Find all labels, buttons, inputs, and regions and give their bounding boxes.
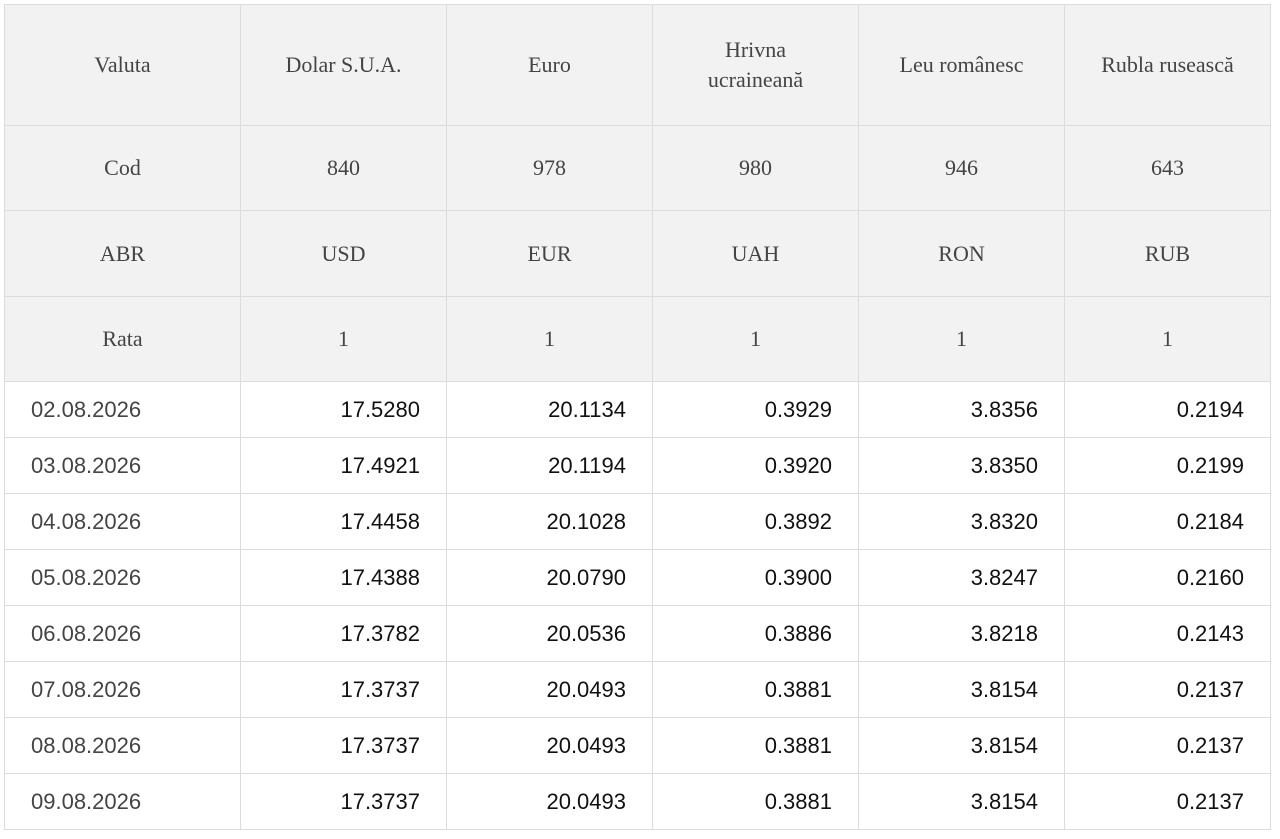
rate-usd: 17.4921 — [240, 437, 447, 494]
table-row: 06.08.2026 17.3782 20.0536 0.3886 3.8218… — [4, 605, 1271, 662]
rate-rub: 0.2194 — [1064, 381, 1271, 438]
currency-code-eur: 978 — [446, 125, 653, 211]
currency-abr-ron: RON — [858, 210, 1065, 297]
currency-name-text: Leu românesc — [899, 52, 1024, 77]
currency-rate-rub: 1 — [1064, 296, 1271, 382]
row-date: 07.08.2026 — [4, 661, 241, 718]
row-date: 04.08.2026 — [4, 493, 241, 550]
currency-abr-eur: EUR — [446, 210, 653, 297]
exchange-rates-table: Valuta Dolar S.U.A. Euro Hrivna ucrainea… — [4, 4, 1271, 830]
currency-code-rub: 643 — [1064, 125, 1271, 211]
rate-usd: 17.3737 — [240, 661, 447, 718]
table-row: 04.08.2026 17.4458 20.1028 0.3892 3.8320… — [4, 493, 1271, 550]
rate-usd: 17.3737 — [240, 717, 447, 774]
rate-usd: 17.3782 — [240, 605, 447, 662]
currency-name-text: Hrivna ucraineană — [707, 37, 804, 92]
header-row-currency: Valuta Dolar S.U.A. Euro Hrivna ucrainea… — [4, 4, 1271, 126]
currency-name-usd: Dolar S.U.A. — [240, 4, 447, 126]
header-row-code: Cod 840 978 980 946 643 — [4, 125, 1271, 211]
rate-uah: 0.3881 — [652, 717, 859, 774]
currency-code-usd: 840 — [240, 125, 447, 211]
rate-eur: 20.1028 — [446, 493, 653, 550]
rate-ron: 3.8154 — [858, 773, 1065, 830]
table-row: 03.08.2026 17.4921 20.1194 0.3920 3.8350… — [4, 437, 1271, 494]
rate-rub: 0.2137 — [1064, 773, 1271, 830]
rate-uah: 0.3886 — [652, 605, 859, 662]
rate-uah: 0.3929 — [652, 381, 859, 438]
rate-usd: 17.4458 — [240, 493, 447, 550]
rate-uah: 0.3920 — [652, 437, 859, 494]
rate-ron: 3.8320 — [858, 493, 1065, 550]
currency-rate-eur: 1 — [446, 296, 653, 382]
currency-code-uah: 980 — [652, 125, 859, 211]
rate-eur: 20.0790 — [446, 549, 653, 606]
rate-eur: 20.1134 — [446, 381, 653, 438]
row-date: 03.08.2026 — [4, 437, 241, 494]
exchange-rates-container: Valuta Dolar S.U.A. Euro Hrivna ucrainea… — [4, 4, 1271, 830]
currency-name-ron: Leu românesc — [858, 4, 1065, 126]
rate-ron: 3.8356 — [858, 381, 1065, 438]
rate-usd: 17.3737 — [240, 773, 447, 830]
currency-code-ron: 946 — [858, 125, 1065, 211]
currency-name-eur: Euro — [446, 4, 653, 126]
rate-rub: 0.2143 — [1064, 605, 1271, 662]
row-date: 08.08.2026 — [4, 717, 241, 774]
rate-eur: 20.0536 — [446, 605, 653, 662]
header-label-abr: ABR — [4, 210, 241, 297]
rate-eur: 20.1194 — [446, 437, 653, 494]
rate-ron: 3.8154 — [858, 661, 1065, 718]
rate-usd: 17.5280 — [240, 381, 447, 438]
currency-abr-rub: RUB — [1064, 210, 1271, 297]
rate-ron: 3.8247 — [858, 549, 1065, 606]
rate-rub: 0.2160 — [1064, 549, 1271, 606]
rate-uah: 0.3900 — [652, 549, 859, 606]
currency-abr-uah: UAH — [652, 210, 859, 297]
rate-uah: 0.3881 — [652, 773, 859, 830]
currency-name-rub: Rubla rusească — [1064, 4, 1271, 126]
rate-uah: 0.3881 — [652, 661, 859, 718]
table-row: 09.08.2026 17.3737 20.0493 0.3881 3.8154… — [4, 773, 1271, 830]
table-row: 08.08.2026 17.3737 20.0493 0.3881 3.8154… — [4, 717, 1271, 774]
row-date: 02.08.2026 — [4, 381, 241, 438]
rate-eur: 20.0493 — [446, 773, 653, 830]
table-row: 05.08.2026 17.4388 20.0790 0.3900 3.8247… — [4, 549, 1271, 606]
rate-ron: 3.8350 — [858, 437, 1065, 494]
rate-rub: 0.2184 — [1064, 493, 1271, 550]
rate-ron: 3.8218 — [858, 605, 1065, 662]
currency-name-text: Euro — [528, 52, 571, 77]
rate-eur: 20.0493 — [446, 661, 653, 718]
currency-abr-usd: USD — [240, 210, 447, 297]
row-date: 05.08.2026 — [4, 549, 241, 606]
rate-eur: 20.0493 — [446, 717, 653, 774]
row-date: 06.08.2026 — [4, 605, 241, 662]
header-row-abr: ABR USD EUR UAH RON RUB — [4, 210, 1271, 297]
rate-rub: 0.2199 — [1064, 437, 1271, 494]
header-label-code: Cod — [4, 125, 241, 211]
rate-rub: 0.2137 — [1064, 661, 1271, 718]
rate-uah: 0.3892 — [652, 493, 859, 550]
header-label-rate: Rata — [4, 296, 241, 382]
currency-rate-ron: 1 — [858, 296, 1065, 382]
row-date: 09.08.2026 — [4, 773, 241, 830]
currency-rate-uah: 1 — [652, 296, 859, 382]
header-label-currency: Valuta — [4, 4, 241, 126]
currency-name-text: Rubla rusească — [1101, 52, 1234, 77]
currency-name-text: Dolar S.U.A. — [285, 52, 402, 77]
rate-rub: 0.2137 — [1064, 717, 1271, 774]
header-row-rate: Rata 1 1 1 1 1 — [4, 296, 1271, 382]
rate-usd: 17.4388 — [240, 549, 447, 606]
currency-rate-usd: 1 — [240, 296, 447, 382]
table-row: 02.08.2026 17.5280 20.1134 0.3929 3.8356… — [4, 381, 1271, 438]
rate-ron: 3.8154 — [858, 717, 1065, 774]
table-row: 07.08.2026 17.3737 20.0493 0.3881 3.8154… — [4, 661, 1271, 718]
currency-name-uah: Hrivna ucraineană — [652, 4, 859, 126]
